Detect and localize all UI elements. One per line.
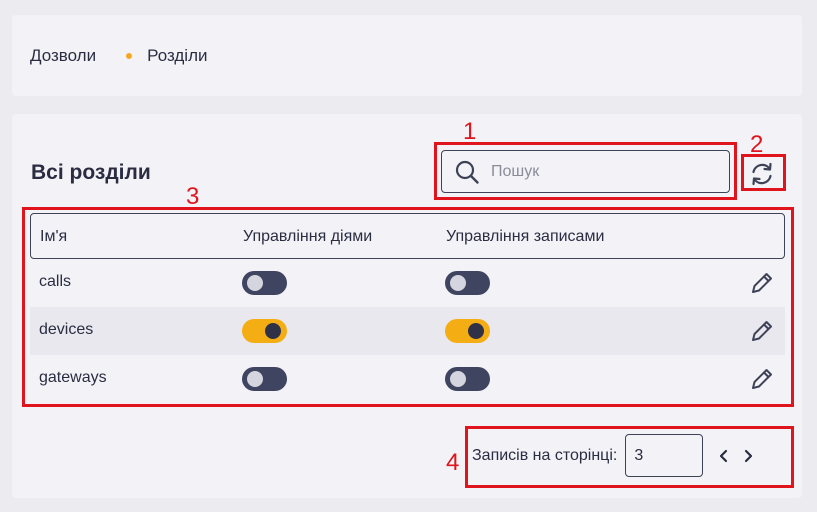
annotation-number: 2 — [750, 131, 764, 158]
breadcrumb-separator-dot — [126, 53, 133, 59]
breadcrumb-card: Дозволи Розділи — [12, 15, 802, 96]
annotation-box-refresh — [741, 154, 786, 191]
annotation-number: 1 — [463, 118, 477, 145]
annotation-box-search — [434, 142, 737, 200]
annotation-box-table — [22, 207, 794, 407]
page-title: Всі розділи — [31, 161, 151, 184]
annotation-box-pagination — [465, 426, 794, 488]
breadcrumb: Дозволи Розділи — [30, 46, 208, 66]
breadcrumb-parent-link[interactable]: Дозволи — [30, 46, 96, 66]
annotation-number: 3 — [186, 183, 200, 210]
annotation-number: 4 — [446, 449, 460, 476]
breadcrumb-current: Розділи — [147, 46, 208, 65]
